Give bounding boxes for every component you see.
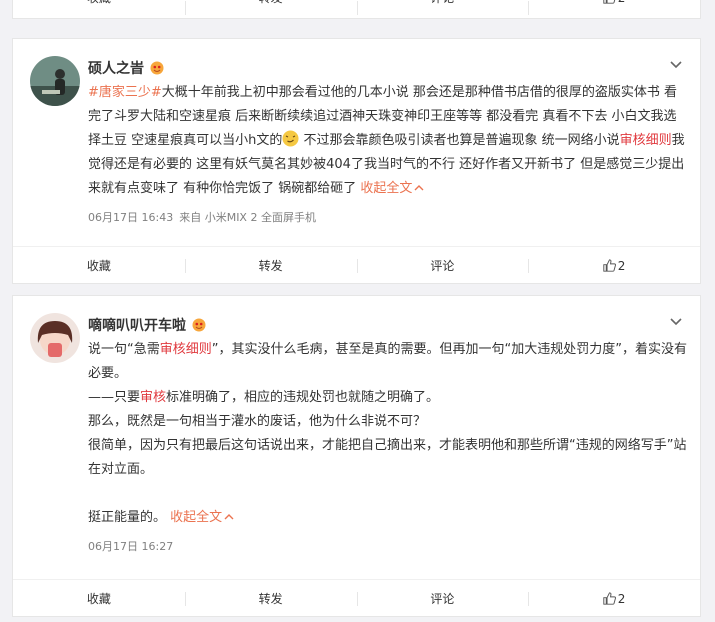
keyword-highlight: 审核细则 xyxy=(159,342,212,357)
timestamp[interactable]: 06月17日 16:43 xyxy=(88,211,173,224)
prev-post-actions: 收藏 转发 评论 2 xyxy=(13,0,700,15)
favorite-label: 收藏 xyxy=(87,0,111,5)
paragraph: 很简单，因为只有把最后这句话说出来，才能把自己摘出来，才能表明他和那些所谓“违规… xyxy=(88,438,687,477)
prev-post-actions-card: 收藏 转发 评论 2 xyxy=(12,0,701,19)
favorite-button[interactable]: 收藏 xyxy=(13,0,185,8)
favorite-label: 收藏 xyxy=(86,591,111,606)
like-count: 2 xyxy=(618,0,626,5)
paragraph: 那么，既然是一句相当于灌水的废话，他为什么非说不可？ xyxy=(88,414,427,429)
post-text: #唐家三少#大概十年前我上初中那会看过他的几本小说 那会还是那种借书店借的很厚的… xyxy=(88,81,688,201)
keyword-highlight: 审核细则 xyxy=(619,133,672,148)
text-run: 标准明确了，相应的违规处罚也就随之明确了。 xyxy=(166,390,440,405)
comment-label: 评论 xyxy=(430,258,455,273)
post-meta: 06月17日 16:27 xyxy=(88,538,680,554)
comment-label: 评论 xyxy=(430,0,454,5)
comment-button[interactable]: 评论 xyxy=(356,247,529,285)
text-run: 说一句“急需 xyxy=(88,342,160,357)
smirk-emoji-icon xyxy=(282,130,299,147)
feed-post: 嘀嘀叭叭开车啦 说一句“急需审核细则”，其实没什么毛病，甚至是真的需要。但再加一… xyxy=(12,295,701,617)
comment-button[interactable]: 评论 xyxy=(356,580,529,618)
paragraph: 挺正能量的。 收起全文 xyxy=(88,506,688,530)
keyword-highlight: 审核 xyxy=(140,390,167,405)
feed-post: 硕人之旹 #唐家三少#大概十年前我上初中那会看过他的几本小说 那会还是那种借书店… xyxy=(12,38,701,284)
comment-button[interactable]: 评论 xyxy=(356,0,529,15)
timestamp[interactable]: 06月17日 16:27 xyxy=(88,540,173,553)
chevron-up-icon xyxy=(414,185,424,191)
source: 来自 小米MIX 2 全面屏手机 xyxy=(179,211,316,224)
post-text: 说一句“急需审核细则”，其实没什么毛病，甚至是真的需要。但再加一句“加大违规处罚… xyxy=(88,338,688,530)
favorite-label: 收藏 xyxy=(86,258,111,273)
author-name[interactable]: 嘀嘀叭叭开车啦 xyxy=(88,315,186,335)
topic-link[interactable]: #唐家三少# xyxy=(88,85,162,100)
like-count: 2 xyxy=(617,591,626,606)
comment-label: 评论 xyxy=(430,591,455,606)
collapse-label: 收起全文 xyxy=(170,510,223,525)
repost-label: 转发 xyxy=(258,591,283,606)
like-button[interactable]: 2 xyxy=(528,247,700,285)
collapse-link[interactable]: 收起全文 xyxy=(170,510,234,525)
author-name[interactable]: 硕人之旹 xyxy=(88,58,144,78)
favorite-button[interactable]: 收藏 xyxy=(13,580,185,618)
thumbs-up-icon xyxy=(603,258,616,272)
collapse-link[interactable]: 收起全文 xyxy=(360,181,424,196)
paragraph: 说一句“急需审核细则”，其实没什么毛病，甚至是真的需要。但再加一句“加大违规处罚… xyxy=(88,338,688,386)
post-meta: 06月17日 16:43 来自 小米MIX 2 全面屏手机 xyxy=(88,209,680,225)
text-run: 挺正能量的。 xyxy=(88,510,167,525)
post-text-part2: 不过那会靠颜色吸引读者也算是普遍现象 统一网络小说 xyxy=(299,133,620,148)
thumbs-up-icon xyxy=(603,591,616,605)
repost-button[interactable]: 转发 xyxy=(184,0,357,15)
favorite-button[interactable]: 收藏 xyxy=(13,247,185,285)
repost-button[interactable]: 转发 xyxy=(184,247,357,285)
like-button[interactable]: 2 xyxy=(528,0,700,15)
paragraph: ——只要审核标准明确了，相应的违规处罚也就随之明确了。 xyxy=(88,386,688,410)
like-button[interactable]: 2 xyxy=(528,580,700,618)
repost-label: 转发 xyxy=(258,258,283,273)
post-actions: 收藏 转发 评论 2 xyxy=(13,246,700,284)
chevron-down-icon[interactable] xyxy=(670,61,682,69)
avatar[interactable] xyxy=(30,313,80,363)
repost-button[interactable]: 转发 xyxy=(184,580,357,618)
chevron-up-icon xyxy=(224,514,234,520)
collapse-label: 收起全文 xyxy=(360,181,413,196)
repost-label: 转发 xyxy=(259,0,283,5)
text-run: ——只要 xyxy=(88,390,141,405)
post-actions: 收藏 转发 评论 2 xyxy=(13,579,700,617)
member-crown-icon[interactable] xyxy=(192,318,206,332)
member-crown-icon[interactable] xyxy=(150,61,164,75)
chevron-down-icon[interactable] xyxy=(670,318,682,326)
thumbs-up-icon xyxy=(603,0,616,4)
like-count: 2 xyxy=(617,258,626,273)
avatar[interactable] xyxy=(30,56,80,106)
